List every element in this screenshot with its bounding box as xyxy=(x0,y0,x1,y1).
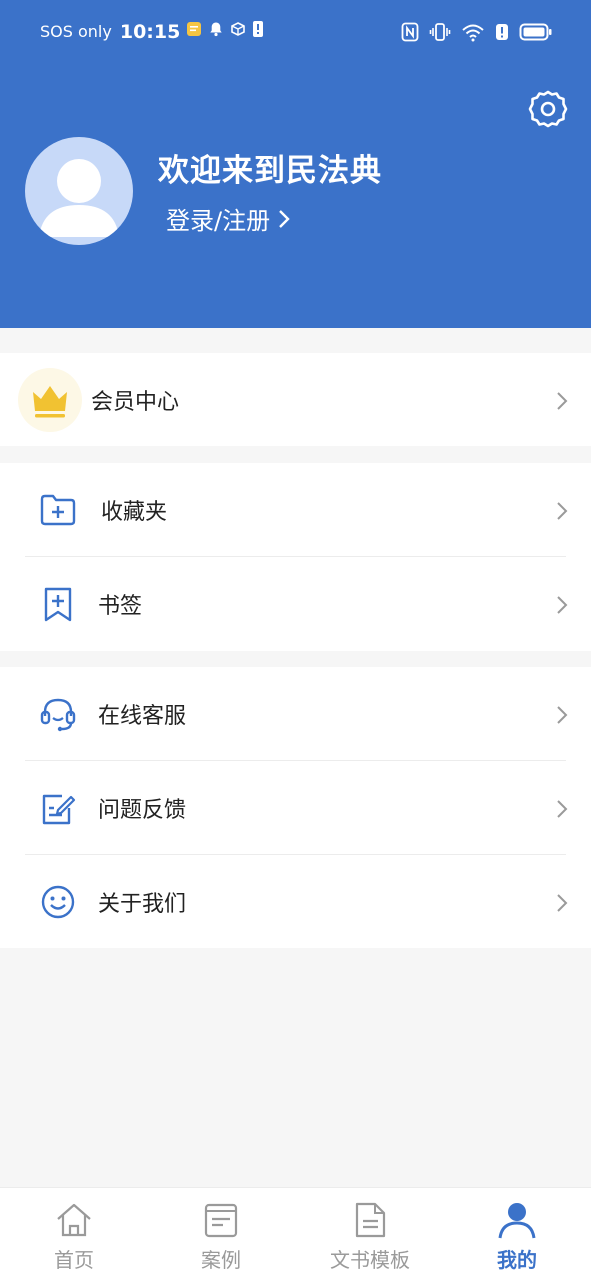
support-card: 在线客服 问题反馈 关于我们 xyxy=(0,667,591,948)
alert-icon xyxy=(252,20,264,43)
avatar[interactable] xyxy=(25,137,133,245)
member-center-card: 会员中心 xyxy=(0,353,591,446)
status-bar: SOS only 10:15 xyxy=(0,0,591,66)
chevron-right-icon xyxy=(557,800,568,818)
bookmark-label: 书签 xyxy=(98,594,143,619)
member-center-label: 会员中心 xyxy=(91,390,180,415)
chevron-right-icon xyxy=(557,894,568,912)
case-icon xyxy=(201,1200,241,1240)
about-us-label: 关于我们 xyxy=(98,892,187,917)
settings-gear-icon[interactable] xyxy=(528,89,568,129)
nfc-icon xyxy=(401,22,419,46)
bookmark-icon xyxy=(38,584,78,624)
feedback-icon xyxy=(38,788,78,828)
about-us-row[interactable]: 关于我们 xyxy=(0,855,591,949)
tab-document-templates[interactable]: 文书模板 xyxy=(315,1188,425,1280)
clock: 10:15 xyxy=(119,20,181,43)
chevron-right-icon xyxy=(557,596,568,614)
tab-label: 案例 xyxy=(201,1248,241,1272)
headset-icon xyxy=(38,694,78,734)
chevron-right-icon xyxy=(557,392,568,410)
tab-label: 我的 xyxy=(497,1248,537,1272)
online-service-label: 在线客服 xyxy=(98,704,187,729)
favorites-label: 收藏夹 xyxy=(101,500,168,525)
smile-icon xyxy=(38,882,78,922)
welcome-title: 欢迎来到民法典 xyxy=(158,153,382,189)
login-register-label: 登录/注册 xyxy=(166,207,271,235)
login-register-link[interactable]: 登录/注册 xyxy=(166,201,290,236)
feedback-label: 问题反馈 xyxy=(98,798,187,823)
tab-cases[interactable]: 案例 xyxy=(181,1188,261,1280)
alert-icon xyxy=(495,23,509,45)
carrier-text: SOS only xyxy=(40,22,112,41)
member-center-row[interactable]: 会员中心 xyxy=(0,353,591,447)
profile-header: SOS only 10:15 欢迎来到民法典 登录/注册 xyxy=(0,0,591,328)
chevron-right-icon xyxy=(557,706,568,724)
bottom-tab-bar: 首页 案例 文书模板 我的 xyxy=(0,1187,591,1280)
battery-icon xyxy=(519,22,553,46)
wifi-icon xyxy=(461,22,485,46)
chevron-right-icon xyxy=(279,209,290,228)
home-icon xyxy=(54,1200,94,1240)
favorites-row[interactable]: 收藏夹 xyxy=(0,463,591,557)
tab-home[interactable]: 首页 xyxy=(34,1188,114,1280)
box-icon xyxy=(230,21,246,42)
notes-app-icon xyxy=(186,21,202,42)
tab-label: 首页 xyxy=(54,1248,94,1272)
collection-card: 收藏夹 书签 xyxy=(0,463,591,651)
vibrate-icon xyxy=(429,22,451,46)
bell-icon xyxy=(208,21,224,42)
chevron-right-icon xyxy=(557,502,568,520)
online-service-row[interactable]: 在线客服 xyxy=(0,667,591,761)
bookmark-row[interactable]: 书签 xyxy=(0,557,591,651)
tab-label: 文书模板 xyxy=(330,1248,410,1272)
folder-plus-icon xyxy=(38,490,78,530)
tab-mine[interactable]: 我的 xyxy=(477,1188,557,1280)
user-icon xyxy=(497,1200,537,1240)
feedback-row[interactable]: 问题反馈 xyxy=(0,761,591,855)
crown-icon xyxy=(18,368,82,432)
document-icon xyxy=(350,1200,390,1240)
